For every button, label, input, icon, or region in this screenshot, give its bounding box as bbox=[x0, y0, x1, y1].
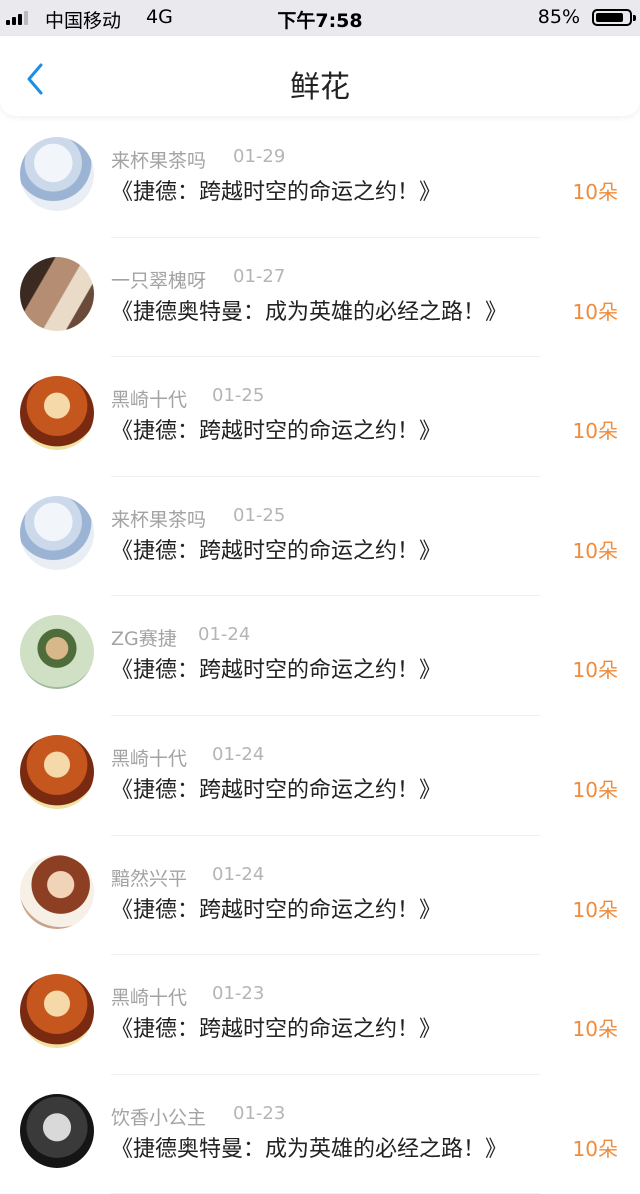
user-name[interactable]: 黯然兴平 bbox=[111, 864, 187, 891]
date-label: 01-27 bbox=[233, 265, 286, 287]
user-name[interactable]: 来杯果茶吗 bbox=[111, 146, 206, 173]
book-title[interactable]: 《捷德：跨越时空的命运之约！》 bbox=[111, 1011, 441, 1043]
avatar[interactable] bbox=[20, 376, 94, 451]
flower-list: 来杯果茶吗 01-29 《捷德：跨越时空的命运之约！》 10朵 一只翠槐呀 01… bbox=[0, 118, 640, 1194]
flower-count: 10朵 bbox=[572, 658, 618, 683]
book-title[interactable]: 《捷德：跨越时空的命运之约！》 bbox=[111, 413, 441, 445]
user-name[interactable]: 黑崎十代 bbox=[111, 385, 187, 412]
book-title[interactable]: 《捷德：跨越时空的命运之约！》 bbox=[111, 772, 441, 804]
list-item[interactable]: 一只翠槐呀 01-27 《捷德奥特曼：成为英雄的必经之路！》 10朵 bbox=[0, 238, 640, 358]
book-title[interactable]: 《捷德：跨越时空的命运之约！》 bbox=[111, 892, 441, 924]
user-name[interactable]: ZG赛捷 bbox=[111, 624, 177, 651]
flower-count: 10朵 bbox=[572, 777, 618, 802]
flower-count: 10朵 bbox=[572, 1136, 618, 1161]
book-title[interactable]: 《捷德：跨越时空的命运之约！》 bbox=[111, 652, 441, 684]
user-name[interactable]: 一只翠槐呀 bbox=[111, 266, 206, 293]
page-title: 鲜花 bbox=[290, 70, 350, 105]
list-item[interactable]: 黯然兴平 01-24 《捷德：跨越时空的命运之约！》 10朵 bbox=[0, 836, 640, 956]
user-name[interactable]: 黑崎十代 bbox=[111, 744, 187, 771]
avatar[interactable] bbox=[20, 495, 94, 570]
list-item[interactable]: 来杯果茶吗 01-29 《捷德：跨越时空的命运之约！》 10朵 bbox=[0, 118, 640, 238]
date-label: 01-23 bbox=[233, 1102, 286, 1124]
flower-count: 10朵 bbox=[572, 180, 618, 204]
user-name[interactable]: 来杯果茶吗 bbox=[111, 505, 206, 532]
avatar[interactable] bbox=[20, 1093, 94, 1168]
avatar[interactable] bbox=[20, 734, 94, 809]
date-label: 01-23 bbox=[212, 983, 265, 1005]
book-title[interactable]: 《捷德奥特曼：成为英雄的必经之路！》 bbox=[111, 1131, 507, 1163]
book-title[interactable]: 《捷德：跨越时空的命运之约！》 bbox=[111, 174, 441, 206]
flower-count: 10朵 bbox=[572, 299, 618, 324]
flower-count: 10朵 bbox=[572, 897, 618, 922]
date-label: 01-25 bbox=[212, 385, 265, 407]
list-item[interactable]: 来杯果茶吗 01-25 《捷德：跨越时空的命运之约！》 10朵 bbox=[0, 477, 640, 597]
book-title[interactable]: 《捷德奥特曼：成为英雄的必经之路！》 bbox=[111, 294, 507, 326]
date-label: 01-24 bbox=[198, 624, 251, 646]
list-item[interactable]: 黑崎十代 01-23 《捷德：跨越时空的命运之约！》 10朵 bbox=[0, 955, 640, 1075]
list-item[interactable]: ZG赛捷 01-24 《捷德：跨越时空的命运之约！》 10朵 bbox=[0, 596, 640, 716]
status-bar: 中国移动 4G 下午7:58 85% bbox=[0, 0, 640, 36]
flower-count: 10朵 bbox=[572, 1017, 618, 1042]
avatar[interactable] bbox=[20, 854, 94, 929]
avatar[interactable] bbox=[20, 137, 94, 211]
list-item[interactable]: 黑崎十代 01-24 《捷德：跨越时空的命运之约！》 10朵 bbox=[0, 716, 640, 836]
battery-icon bbox=[592, 9, 636, 26]
list-item[interactable]: 黑崎十代 01-25 《捷德：跨越时空的命运之约！》 10朵 bbox=[0, 357, 640, 477]
date-label: 01-24 bbox=[212, 863, 265, 885]
date-label: 01-24 bbox=[212, 743, 265, 765]
date-label: 01-25 bbox=[233, 504, 286, 526]
avatar[interactable] bbox=[20, 615, 94, 690]
date-label: 01-29 bbox=[233, 146, 286, 167]
battery-percent: 85% bbox=[537, 6, 580, 28]
nav-bar: 鲜花 bbox=[0, 36, 640, 116]
list-item[interactable]: 饮香小公主 01-23 《捷德奥特曼：成为英雄的必经之路！》 10朵 bbox=[0, 1075, 640, 1194]
user-name[interactable]: 黑崎十代 bbox=[111, 983, 187, 1010]
flower-count: 10朵 bbox=[572, 538, 618, 563]
avatar[interactable] bbox=[20, 974, 94, 1049]
avatar[interactable] bbox=[20, 256, 94, 331]
user-name[interactable]: 饮香小公主 bbox=[111, 1103, 206, 1130]
book-title[interactable]: 《捷德：跨越时空的命运之约！》 bbox=[111, 533, 441, 565]
flower-count: 10朵 bbox=[572, 419, 618, 444]
